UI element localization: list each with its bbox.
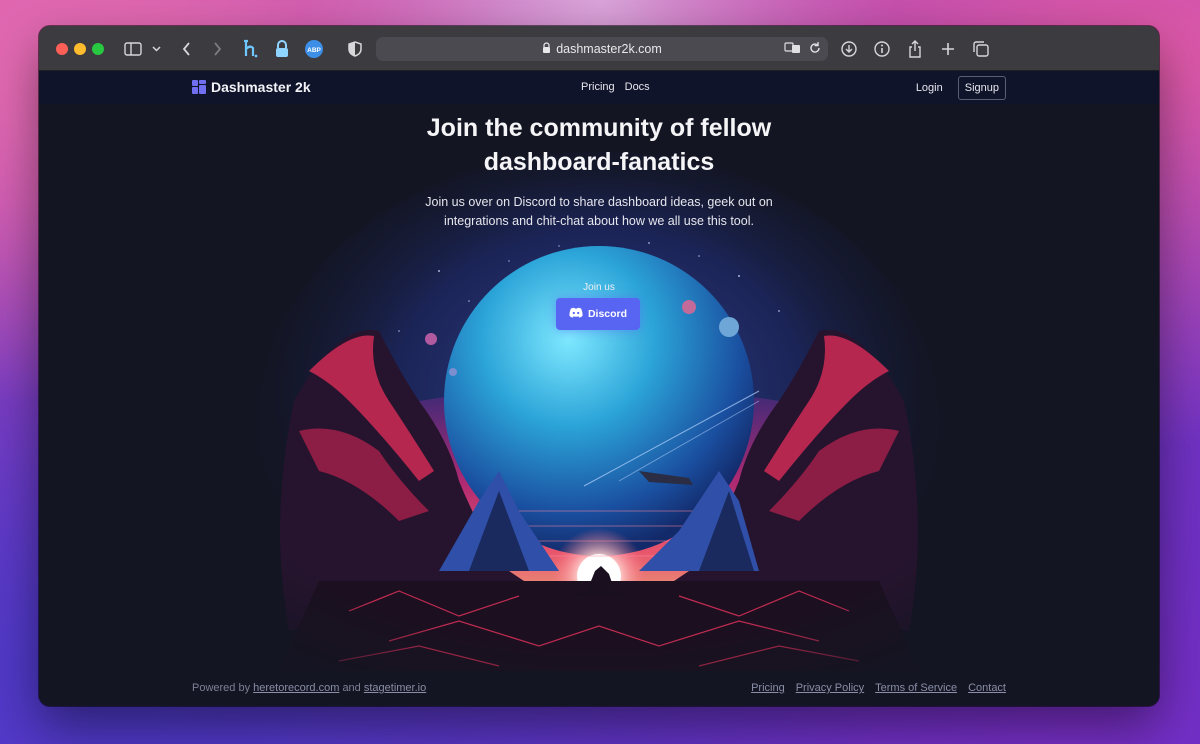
footer-link-contact[interactable]: Contact <box>968 682 1006 694</box>
web-page: Dashmaster 2k Pricing Docs Login Signup … <box>39 71 1159 706</box>
stagetimer-link[interactable]: stagetimer.io <box>364 682 426 694</box>
tabs-overview-icon[interactable] <box>971 38 991 60</box>
discord-logo-icon <box>569 307 583 321</box>
share-icon[interactable] <box>905 38 925 60</box>
close-window-button[interactable] <box>56 43 68 55</box>
forward-icon[interactable] <box>209 38 225 60</box>
and-text: and <box>342 682 361 694</box>
info-icon[interactable] <box>872 38 892 60</box>
heretorecord-link[interactable]: heretorecord.com <box>253 682 339 694</box>
discord-button[interactable]: Discord <box>556 298 640 330</box>
nav-link-pricing[interactable]: Pricing <box>581 81 615 93</box>
padlock-icon <box>542 42 551 56</box>
login-link[interactable]: Login <box>916 82 943 94</box>
hero-subtitle: Join us over on Discord to share dashboa… <box>39 193 1159 231</box>
svg-text:ABP: ABP <box>307 47 321 54</box>
chevron-down-icon[interactable] <box>150 38 162 60</box>
shield-icon[interactable] <box>346 38 364 60</box>
nav-links: Pricing Docs <box>581 81 650 93</box>
reload-icon[interactable] <box>808 41 822 58</box>
footer-credits: Powered by heretorecord.com and stagetim… <box>192 682 426 694</box>
footer-link-terms-of-service[interactable]: Terms of Service <box>875 682 957 694</box>
signup-button[interactable]: Signup <box>957 76 1006 100</box>
footer-link-pricing[interactable]: Pricing <box>751 682 785 694</box>
download-icon[interactable] <box>839 38 859 60</box>
join-us-label: Join us <box>583 282 615 293</box>
footer-link-privacy-policy[interactable]: Privacy Policy <box>796 682 864 694</box>
footer-links: Pricing Privacy Policy Terms of Service … <box>751 682 1006 694</box>
hero-subtitle-line-1: Join us over on Discord to share dashboa… <box>425 195 773 209</box>
browser-window: ABP dashmaster2k.com Dashmaster 2k Prici… <box>39 26 1159 706</box>
abp-icon[interactable]: ABP <box>304 38 324 60</box>
zoom-window-button[interactable] <box>92 43 104 55</box>
url-text: dashmaster2k.com <box>556 42 662 56</box>
hero-title-line-2: dashboard-fanatics <box>483 148 715 176</box>
lock-extension-icon[interactable] <box>272 38 292 60</box>
back-icon[interactable] <box>178 38 194 60</box>
hero-subtitle-line-2: integrations and chit-chat about how we … <box>444 214 754 228</box>
brand[interactable]: Dashmaster 2k <box>192 79 311 95</box>
translate-icon[interactable] <box>784 41 802 58</box>
sidebar-icon[interactable] <box>123 38 143 60</box>
hero-title-line-1: Join the community of fellow <box>426 114 772 142</box>
discord-button-label: Discord <box>587 308 628 320</box>
minimize-window-button[interactable] <box>74 43 86 55</box>
address-bar[interactable]: dashmaster2k.com <box>376 37 828 61</box>
hypothesis-icon[interactable] <box>240 38 260 60</box>
top-navigation: Dashmaster 2k Pricing Docs Login Signup <box>39 71 1159 104</box>
brand-name: Dashmaster 2k <box>211 79 311 95</box>
auth-links: Login Signup <box>916 76 1006 100</box>
hero-title: Join the community of fellow dashboard-f… <box>39 111 1159 179</box>
dashboard-logo-icon <box>192 80 206 94</box>
browser-toolbar: ABP dashmaster2k.com <box>39 26 1159 71</box>
powered-by-text: Powered by <box>192 682 251 694</box>
nav-link-docs[interactable]: Docs <box>625 81 650 93</box>
new-tab-icon[interactable] <box>938 38 958 60</box>
